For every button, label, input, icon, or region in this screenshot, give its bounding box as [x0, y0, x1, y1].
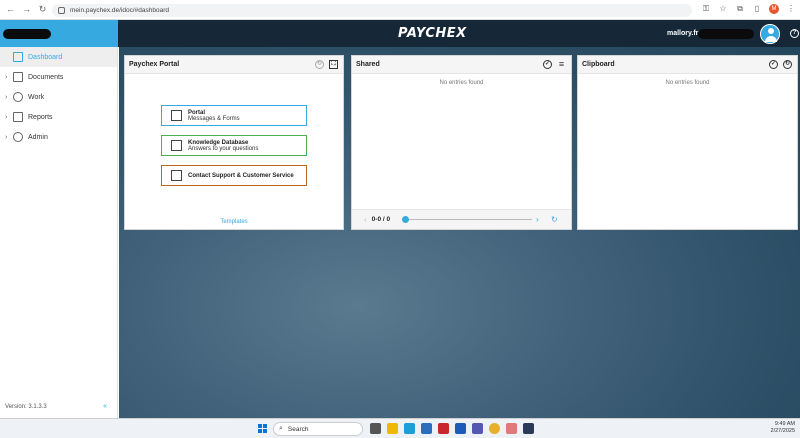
- shared-panel: Shared ✓ ≡ No entries found ‹ 0-0 / 0 › …: [351, 55, 572, 230]
- back-icon[interactable]: ←: [5, 4, 16, 15]
- browser-toolbar: ← → ↻ mein.paychex.de/idoc/#dashboard ⚿ …: [0, 0, 800, 20]
- windows-start-icon[interactable]: [258, 424, 267, 433]
- user-avatar-icon[interactable]: [760, 24, 780, 44]
- redacted-username: [698, 29, 754, 39]
- sidebar: Dashboard › Documents › Work › Reports ›…: [0, 47, 118, 418]
- contact-support-tile[interactable]: Contact Support & Customer Service: [161, 165, 307, 186]
- taskbar-search[interactable]: ⌕ Search: [273, 422, 363, 436]
- clock-date: 2/27/2025: [770, 428, 795, 434]
- empty-message: No entries found: [665, 80, 710, 86]
- tile-subtitle: Answers to your questions: [188, 145, 259, 152]
- app-l-icon[interactable]: [438, 423, 449, 434]
- tile-title: Knowledge Database: [188, 139, 249, 146]
- reports-icon: [13, 112, 23, 122]
- collapse-sidebar-icon[interactable]: «: [103, 403, 107, 410]
- sidepanel-icon[interactable]: ▯: [752, 4, 762, 14]
- task-view-icon[interactable]: [370, 423, 381, 434]
- word-icon[interactable]: [455, 423, 466, 434]
- chevron-right-icon[interactable]: ›: [5, 94, 11, 101]
- dashboard-icon: [13, 52, 23, 62]
- check-circle-icon[interactable]: ✓: [769, 60, 778, 69]
- portal-icon: [171, 110, 182, 121]
- page-count: 0-0 / 0: [371, 216, 391, 223]
- search-placeholder: Search: [287, 425, 309, 433]
- chat-icon: [171, 170, 182, 181]
- clock-time: 9:49 AM: [774, 421, 795, 427]
- page-slider[interactable]: [402, 216, 532, 223]
- help-icon[interactable]: ?: [790, 29, 799, 38]
- search-icon: ⌕: [279, 425, 283, 432]
- document-icon: [13, 72, 23, 82]
- forward-icon[interactable]: →: [21, 4, 32, 15]
- panel-header: Paychex Portal ↻ ⛶: [125, 56, 343, 74]
- check-circle-icon[interactable]: ✓: [543, 60, 552, 69]
- extensions-icon[interactable]: ⧉: [735, 4, 745, 14]
- sidebar-item-label: Reports: [28, 113, 53, 121]
- fullscreen-icon[interactable]: ⛶: [329, 60, 338, 69]
- tile-subtitle: Messages & Forms: [188, 115, 240, 122]
- work-icon: [13, 92, 23, 102]
- sidebar-item-label: Documents: [28, 73, 64, 81]
- chevron-right-icon[interactable]: ›: [5, 74, 11, 81]
- chevron-right-icon[interactable]: ›: [5, 114, 11, 121]
- refresh-icon[interactable]: ↻: [315, 60, 324, 69]
- client-logo-area: [0, 20, 118, 47]
- app-icon[interactable]: [506, 423, 517, 434]
- refresh-icon[interactable]: ↻: [551, 215, 558, 224]
- dashboard-area: Paychex Portal ↻ ⛶ Portal Messages & For…: [119, 47, 800, 418]
- chevron-right-icon[interactable]: ›: [5, 134, 11, 141]
- sidebar-item-label: Admin: [28, 133, 48, 141]
- sidebar-item-label: Dashboard: [28, 53, 63, 61]
- panel-header: Clipboard ✓ ↻: [578, 56, 797, 74]
- profile-avatar[interactable]: M: [769, 4, 779, 14]
- sidebar-item-label: Work: [28, 93, 45, 101]
- url-text: mein.paychex.de/idoc/#dashboard: [70, 7, 170, 14]
- portal-panel: Paychex Portal ↻ ⛶ Portal Messages & For…: [124, 55, 344, 230]
- app-header: PAYCHEX mallory.franco ?: [0, 20, 800, 47]
- templates-link[interactable]: Templates: [125, 219, 343, 225]
- address-bar[interactable]: mein.paychex.de/idoc/#dashboard: [52, 4, 692, 17]
- site-info-icon[interactable]: [58, 7, 65, 14]
- chevron-left-icon[interactable]: ‹: [364, 215, 367, 224]
- chrome-icon[interactable]: [489, 423, 500, 434]
- brand-logo: PAYCHEX: [398, 26, 467, 41]
- empty-message: No entries found: [439, 80, 484, 86]
- edge-icon[interactable]: [404, 423, 415, 434]
- clipboard-panel: Clipboard ✓ ↻ No entries found: [577, 55, 798, 230]
- redacted-name: [3, 29, 51, 39]
- book-icon: [171, 140, 182, 151]
- panel-title: Clipboard: [582, 61, 615, 68]
- sidebar-item-documents[interactable]: › Documents: [0, 67, 117, 87]
- knowledge-database-tile[interactable]: Knowledge Database Answers to your quest…: [161, 135, 307, 156]
- star-icon[interactable]: ☆: [718, 4, 728, 14]
- teams-icon[interactable]: [472, 423, 483, 434]
- chevron-right-icon[interactable]: ›: [536, 215, 539, 224]
- sidebar-item-work[interactable]: › Work: [0, 87, 117, 107]
- panel-title: Paychex Portal: [129, 61, 180, 68]
- sidebar-item-reports[interactable]: › Reports: [0, 107, 117, 127]
- file-explorer-icon[interactable]: [387, 423, 398, 434]
- system-clock[interactable]: 9:49 AM 2/27/2025: [771, 421, 795, 435]
- menu-icon[interactable]: ⋮: [786, 4, 796, 14]
- portal-tile[interactable]: Portal Messages & Forms: [161, 105, 307, 126]
- version-label: Version: 3.1.3.3: [5, 404, 47, 410]
- os-taskbar: ⌕ Search 9:49 AM 2/27/2025: [0, 418, 800, 438]
- outlook-icon[interactable]: [421, 423, 432, 434]
- key-icon[interactable]: ⚿: [701, 4, 711, 14]
- refresh-icon[interactable]: ↻: [783, 60, 792, 69]
- slider-handle[interactable]: [402, 216, 409, 223]
- reload-icon[interactable]: ↻: [37, 4, 48, 15]
- pager: ‹ 0-0 / 0 › ↻: [352, 209, 571, 229]
- sidebar-item-admin[interactable]: › Admin: [0, 127, 117, 147]
- tile-title: Contact Support & Customer Service: [188, 172, 294, 179]
- sidebar-item-dashboard[interactable]: Dashboard: [0, 47, 117, 67]
- panel-title: Shared: [356, 61, 380, 68]
- terminal-icon[interactable]: [523, 423, 534, 434]
- panel-header: Shared ✓ ≡: [352, 56, 571, 74]
- gear-icon: [13, 132, 23, 142]
- filter-icon[interactable]: ≡: [557, 60, 566, 69]
